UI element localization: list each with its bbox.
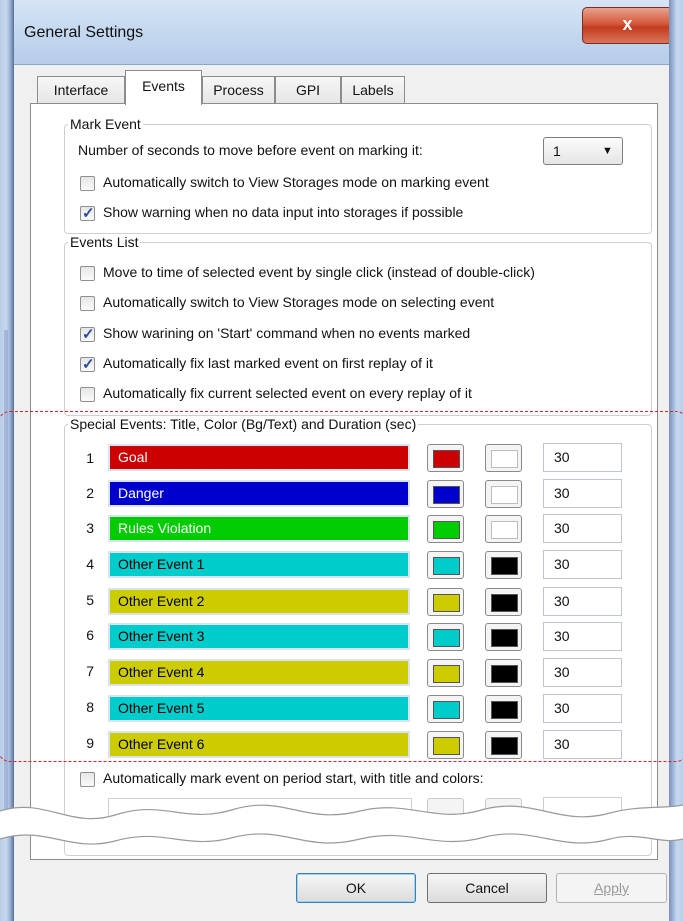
- window-title: General Settings: [24, 24, 144, 41]
- tab-gpi[interactable]: GPI: [275, 76, 341, 103]
- tab-interface[interactable]: Interface: [37, 76, 125, 103]
- chevron-down-icon: ▼: [602, 145, 613, 157]
- tab-events[interactable]: Events: [125, 70, 202, 105]
- torn-edge-divider: [0, 804, 683, 845]
- cancel-button[interactable]: Cancel: [427, 873, 547, 903]
- close-icon: x: [622, 14, 633, 34]
- auto-mark-period-start-checkbox[interactable]: [80, 772, 95, 787]
- checkmark-icon: ✓: [82, 356, 95, 373]
- show-warning-no-data-label: Show warning when no data input into sto…: [103, 204, 464, 220]
- auto-switch-view-selecting-checkbox[interactable]: [80, 296, 95, 311]
- auto-fix-current-selected-checkbox[interactable]: [80, 387, 95, 402]
- auto-fix-current-selected-label: Automatically fix current selected event…: [103, 385, 472, 401]
- auto-fix-last-marked-label: Automatically fix last marked event on f…: [103, 355, 433, 371]
- auto-mark-period-start-label: Automatically mark event on period start…: [103, 770, 484, 786]
- close-button[interactable]: x: [582, 7, 673, 44]
- checkmark-icon: ✓: [82, 205, 95, 222]
- start-warning-label: Show warining on 'Start' command when no…: [103, 325, 471, 341]
- tab-process[interactable]: Process: [202, 76, 275, 103]
- show-warning-no-data-checkbox[interactable]: ✓: [80, 205, 95, 222]
- checkmark-icon: ✓: [82, 326, 95, 343]
- single-click-move-label: Move to time of selected event by single…: [103, 264, 535, 280]
- tab-labels[interactable]: Labels: [341, 76, 405, 103]
- single-click-move-checkbox[interactable]: [80, 266, 95, 281]
- auto-switch-view-marking-checkbox[interactable]: [80, 176, 95, 191]
- auto-switch-view-marking-label: Automatically switch to View Storages mo…: [103, 174, 489, 190]
- mark-event-legend: Mark Event: [68, 116, 143, 132]
- seconds-dropdown[interactable]: 1 ▼: [543, 137, 623, 165]
- ok-button[interactable]: OK: [296, 873, 416, 903]
- highlight-dashed-outline: [0, 411, 683, 762]
- events-list-legend: Events List: [68, 234, 141, 250]
- seconds-value: 1: [553, 143, 561, 159]
- apply-button[interactable]: Apply: [556, 873, 667, 903]
- general-settings-window: General Settings x Interface Events Proc…: [0, 0, 683, 921]
- auto-fix-last-marked-checkbox[interactable]: ✓: [80, 356, 95, 373]
- start-warning-checkbox[interactable]: ✓: [80, 326, 95, 343]
- seconds-label: Number of seconds to move before event o…: [78, 142, 423, 158]
- auto-switch-view-selecting-label: Automatically switch to View Storages mo…: [103, 294, 495, 310]
- apply-label: Apply: [593, 880, 630, 896]
